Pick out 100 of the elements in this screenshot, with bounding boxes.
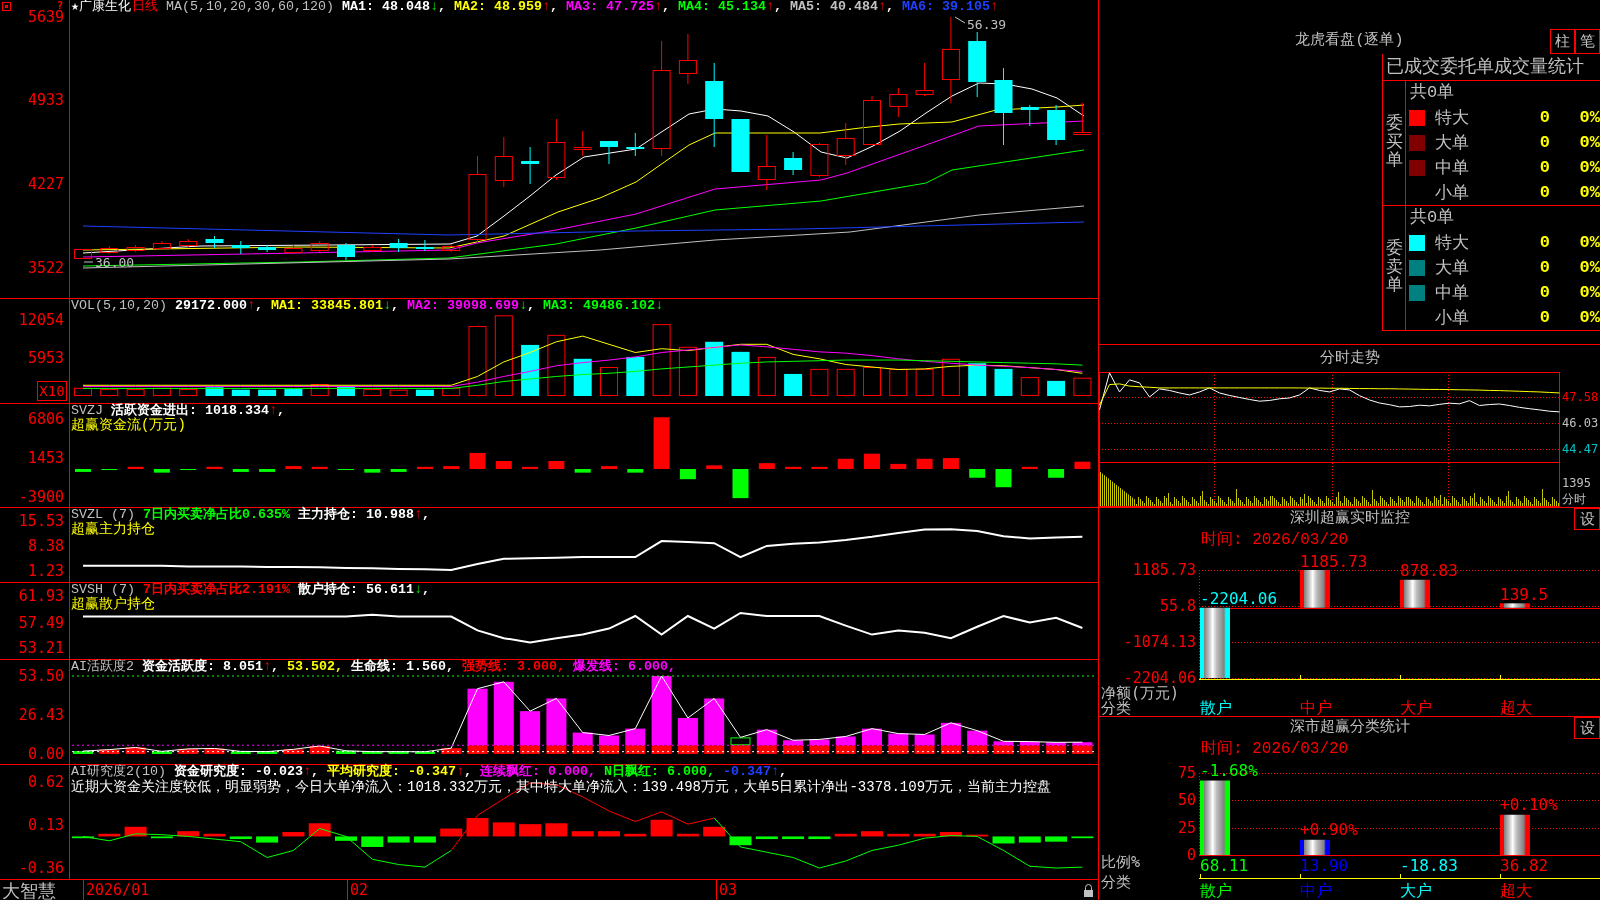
indicator-name: VOL(5,10,20) [71, 299, 167, 313]
axis-label: 25 [1177, 818, 1196, 837]
axis-label: 0 [1186, 846, 1196, 864]
axis-label: 26.43 [18, 706, 64, 725]
order-size-label: 小单 [1435, 308, 1469, 329]
indicator-value: MA6: 39.105↑ [902, 0, 998, 14]
axis-label: 8.38 [27, 537, 64, 555]
axis-label: 1453 [27, 449, 64, 468]
indicator-subtitle: 超赢散户持仓 [71, 597, 155, 612]
order-size-label: 小单 [1435, 183, 1469, 204]
percent-value: 0% [1579, 283, 1600, 302]
value-label: 68.11 [1200, 855, 1249, 875]
order-size-label: 特大 [1435, 108, 1469, 129]
axis-label: 55.8 [1159, 597, 1196, 615]
axis-label: 1.23 [27, 562, 64, 580]
total-label: 共0单 [1410, 207, 1455, 229]
category-label: 大户 [1400, 880, 1432, 900]
indicator-value: MA1: 48.048↓, [342, 0, 446, 14]
category-label: 中户 [1300, 697, 1332, 716]
percent-value: 0% [1579, 133, 1600, 152]
panel-title: 深圳超赢实时监控 [1289, 510, 1410, 528]
indicator-value: 强势线: 3.000, [462, 660, 565, 674]
indicator-value: MA3: 47.725↑, [566, 0, 670, 14]
axis-label: 1395 [1562, 476, 1591, 490]
axis-label: 5953 [27, 349, 64, 368]
indicator-value: 资金研究度: -0.023↑, [174, 765, 319, 779]
panel-title: 分时走势 [1319, 349, 1380, 368]
order-size-label: 大单 [1435, 258, 1469, 279]
brand-label: 大智慧 [2, 880, 56, 900]
axis-label: 4933 [27, 91, 64, 109]
indicator-value: 53.502, [287, 660, 343, 674]
indicator-name: SVSH (7) [71, 583, 135, 597]
axis-label: 53.50 [18, 667, 64, 685]
indicator-value: 连续飘红: 0.000, [480, 765, 596, 779]
indicator-value: MA4: 45.134↑, [678, 0, 782, 14]
axis-label: -1074.13 [1123, 633, 1196, 651]
indicator-name: SVZL (7) [71, 508, 135, 522]
axis-title: 比例% [1101, 853, 1141, 871]
axis-label: 0.62 [27, 773, 64, 792]
date-label: 03 [719, 881, 738, 899]
category-label: 散户 [1200, 880, 1232, 900]
category-label: 超大 [1500, 697, 1532, 716]
panel-title: 龙虎看盘(逐单) [1295, 32, 1404, 50]
count-value: 0 [1539, 283, 1550, 302]
indicator-value: 29172.000↑, [175, 299, 263, 313]
axis-label: 12054 [18, 311, 64, 329]
axis-label: 4227 [27, 175, 64, 193]
percent-value: 0% [1579, 258, 1600, 277]
percent-value: 0% [1579, 308, 1600, 327]
count-value: 0 [1539, 233, 1550, 252]
indicator-value: 7日内买卖净占比0.635% [143, 508, 290, 522]
axis-title: 分类 [1101, 873, 1131, 891]
change-label: +0.10% [1500, 795, 1558, 815]
indicator-value: 主力持仓: 10.988↑, [298, 508, 430, 522]
indicator-value: MA1: 33845.801↓, [271, 299, 399, 313]
side-label: 委卖单 [1385, 239, 1403, 297]
value-label: -18.83 [1400, 855, 1458, 875]
count-value: 0 [1539, 183, 1550, 202]
axis-label: 分时 [1562, 492, 1586, 506]
indicator-subtitle: 超赢资金流(万元) [71, 418, 186, 433]
axis-label: 47.58 [1562, 389, 1599, 404]
value-label: -2204.06 [1200, 589, 1278, 609]
percent-value: 0% [1579, 183, 1600, 202]
indicator-value: MA2: 39098.699↓, [407, 299, 535, 313]
percent-value: 0% [1579, 108, 1600, 127]
axis-label: -2204.06 [1123, 669, 1196, 687]
count-value: 0 [1539, 133, 1550, 152]
percent-value: 0% [1579, 233, 1600, 252]
axis-label: -0.36 [18, 859, 64, 878]
axis-label: 46.03 [1562, 415, 1599, 430]
indicator-value: N日飘红: 6.000, [604, 765, 715, 779]
axis-label: -3900 [18, 488, 64, 507]
indicator-name: AI活跃度2 [71, 660, 134, 674]
indicator-subtitle: 超赢主力持仓 [71, 522, 155, 537]
table-title: 已成交委托单成交量统计 [1383, 54, 1600, 81]
date-label: 02 [350, 881, 369, 899]
axis-label: 5639 [27, 8, 64, 26]
time-label: 时间: 2026/03/20 [1201, 740, 1349, 758]
change-label: +0.90% [1300, 820, 1358, 840]
indicator-value: MA5: 40.484↑, [790, 0, 894, 14]
value-label: 36.82 [1500, 855, 1549, 875]
axis-label: 0.13 [27, 816, 64, 835]
indicator-value: 活跃资金进出: 1018.334↑, [111, 404, 285, 418]
order-size-label: 特大 [1435, 233, 1469, 254]
count-value: 0 [1539, 258, 1550, 277]
count-value: 0 [1539, 308, 1550, 327]
indicator-value: 生命线: 1.560, [351, 660, 454, 674]
indicator-value: -0.347↑, [723, 765, 787, 779]
count-value: 0 [1539, 108, 1550, 127]
total-label: 共0单 [1410, 82, 1455, 104]
axis-label: 0.00 [27, 745, 64, 763]
order-size-label: 中单 [1435, 283, 1469, 304]
category-label: 大户 [1400, 697, 1432, 716]
indicator-name: MA(5,10,20,30,60,120) [166, 0, 334, 14]
count-value: 0 [1539, 158, 1550, 177]
value-label: 878.83 [1400, 561, 1458, 581]
date-label: 2026/01 [86, 881, 150, 899]
indicator-name: SVZJ [71, 404, 103, 418]
category-label: 散户 [1200, 697, 1232, 716]
panel-title: 深市超赢分类统计 [1289, 719, 1410, 737]
